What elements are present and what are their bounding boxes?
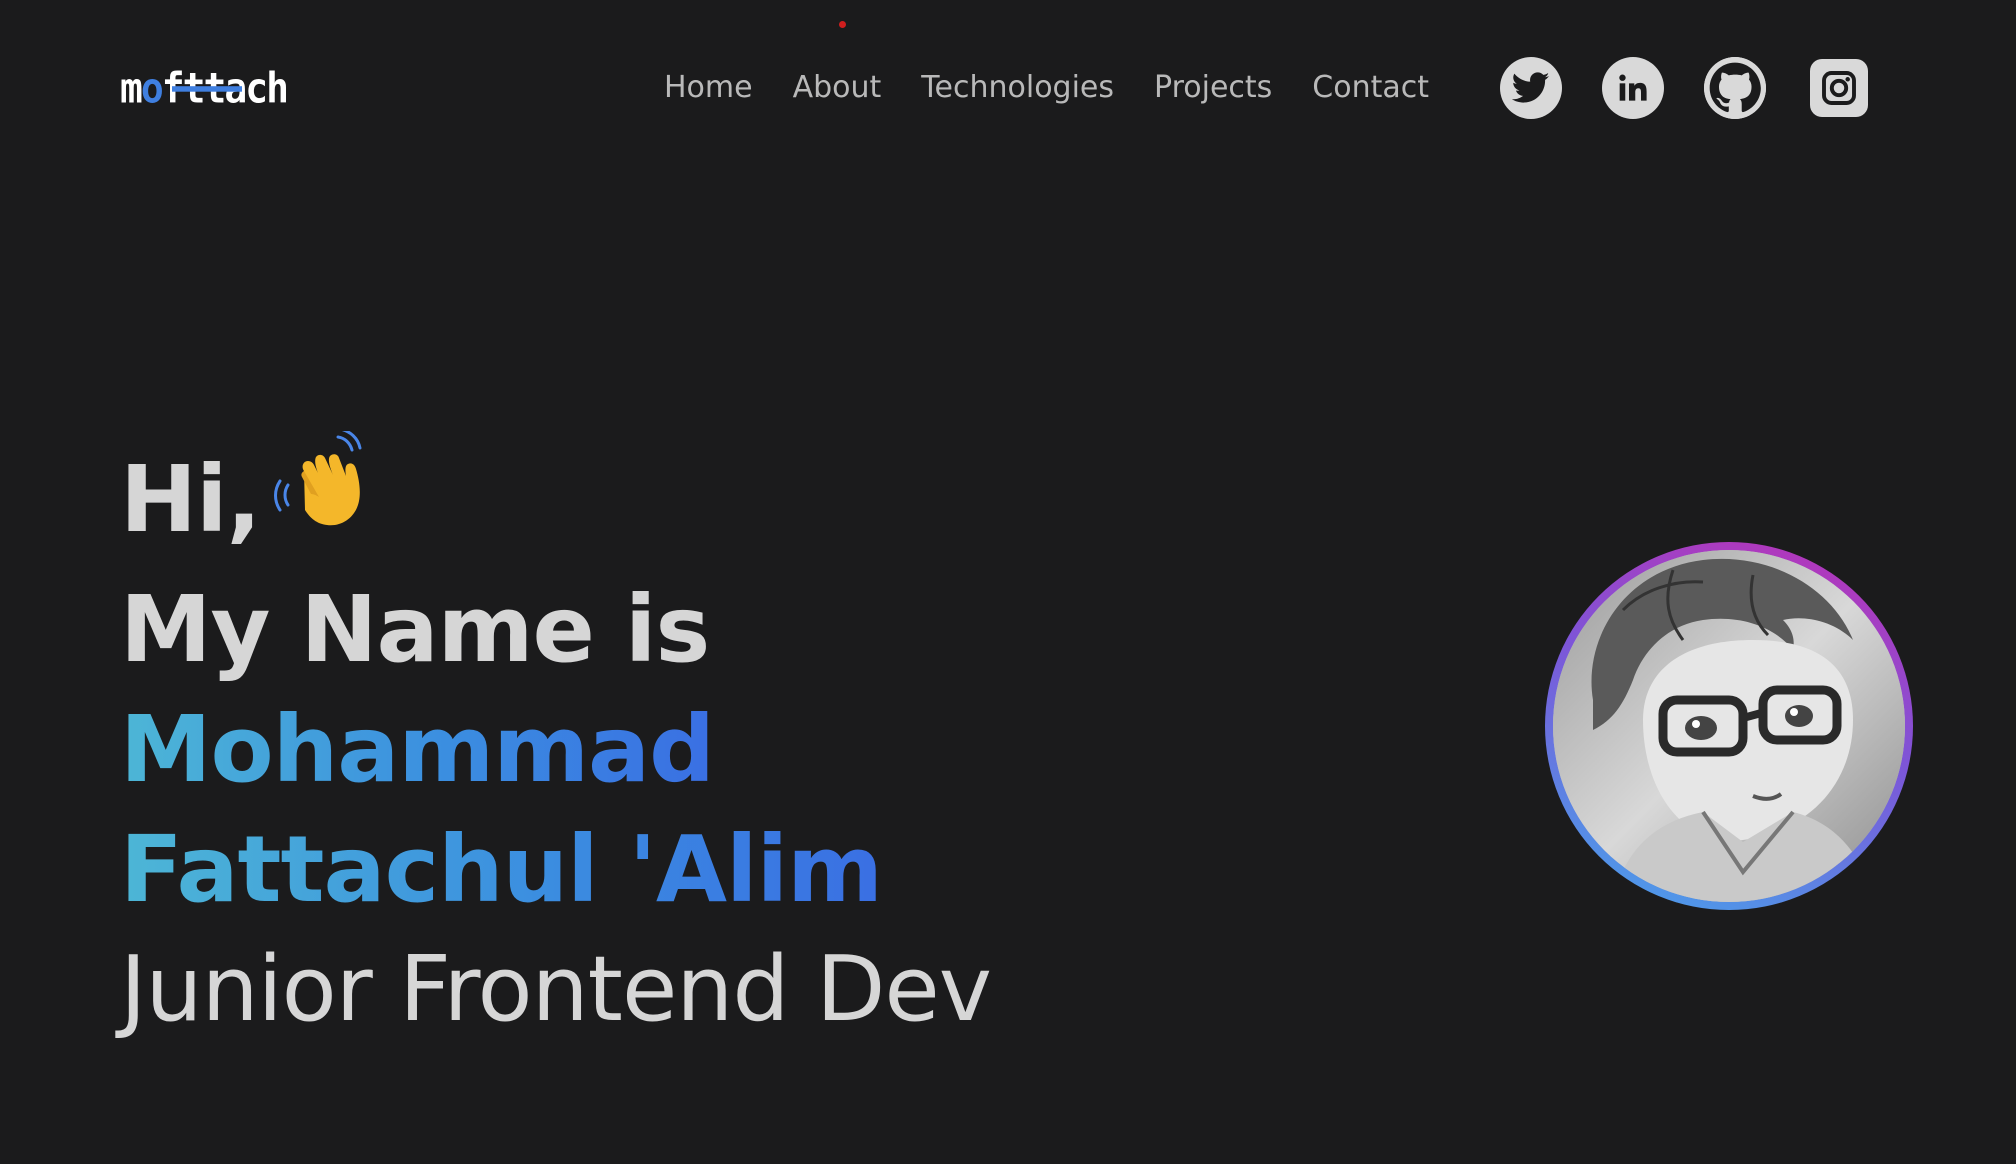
avatar (1553, 550, 1905, 902)
logo-text-accent: o (140, 64, 164, 113)
logo-accent-bar (172, 86, 242, 92)
logo-text-prefix: m (120, 64, 143, 113)
instagram-icon[interactable] (1810, 59, 1868, 117)
avatar-ring (1545, 542, 1913, 910)
name-line-1: Mohammad (120, 690, 991, 810)
role-title: Junior Frontend Dev (120, 937, 992, 1043)
social-links (1500, 57, 1868, 119)
main-nav: Home About Technologies Projects Contact (664, 66, 1429, 110)
waving-hand-icon (274, 427, 378, 560)
avatar-illustration (1553, 550, 1905, 902)
twitter-icon[interactable] (1500, 57, 1562, 119)
nav-link-contact[interactable]: Contact (1312, 66, 1429, 110)
nav-link-technologies[interactable]: Technologies (921, 66, 1114, 110)
name-first: Mohammad (120, 696, 715, 804)
intro-line: My Name is (120, 576, 710, 684)
hero-section: Hi, My Name is Mohammad Fattachul 'Alim … (120, 427, 992, 1050)
linkedin-icon[interactable] (1602, 57, 1664, 119)
greeting-line: Hi, (120, 427, 991, 570)
greeting-text: Hi, (120, 446, 261, 553)
name-last: Fattachul 'Alim (120, 816, 883, 924)
site-header: mofttach Home About Technologies Project… (0, 0, 2016, 180)
name-line-2: Fattachul 'Alim (120, 810, 991, 930)
nav-link-home[interactable]: Home (664, 66, 753, 110)
nav-link-projects[interactable]: Projects (1154, 66, 1272, 110)
nav-link-about[interactable]: About (793, 66, 882, 110)
indicator-dot (839, 21, 846, 28)
github-icon[interactable] (1704, 57, 1766, 119)
site-logo[interactable]: mofttach (120, 62, 289, 115)
